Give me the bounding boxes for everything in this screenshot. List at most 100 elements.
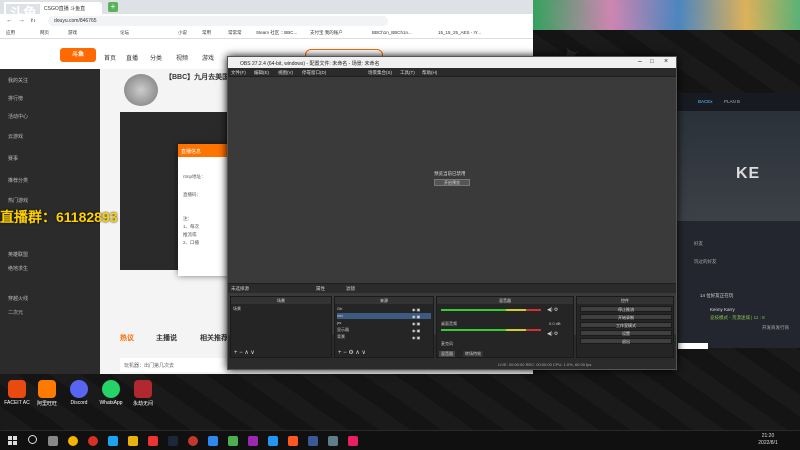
sidebar-item[interactable]: 赛事 [8, 155, 18, 162]
bookmark-item[interactable]: 论坛 [120, 30, 129, 36]
sidebar-item[interactable]: 热门游戏 [8, 197, 28, 204]
sidebar-item[interactable]: 二次元 [8, 309, 23, 316]
app-icon[interactable] [148, 436, 158, 446]
desktop-icon-faceit[interactable]: FACEIT AC [2, 380, 32, 406]
app-icon[interactable] [128, 436, 138, 446]
menu-view[interactable]: 视图(V) [278, 70, 293, 76]
visibility-icon[interactable]: ◉ ▣ [412, 335, 428, 340]
settings-button[interactable]: 设置 [580, 330, 672, 336]
filters-button[interactable]: 滤镜 [346, 286, 355, 292]
sidebar-item[interactable]: 我的关注 [8, 77, 28, 84]
source-item[interactable]: mic ◉ ▣ [337, 313, 431, 319]
app-icon[interactable] [228, 436, 238, 446]
sidebar-item[interactable]: 穿越火线 [8, 295, 28, 302]
tab-related[interactable]: 相关推荐 [200, 333, 228, 343]
source-item[interactable]: ps ◉ ▣ [337, 320, 431, 326]
sidebar-item[interactable]: 推荐分类 [8, 177, 28, 184]
source-item[interactable]: Gb ◉ ▣ [337, 306, 431, 312]
tab-hot[interactable]: 热议 [120, 333, 134, 343]
app-icon[interactable] [308, 436, 318, 446]
stop-stream-button[interactable]: 停止推流 [580, 306, 672, 312]
visibility-icon[interactable]: ◉ ▣ [412, 321, 428, 326]
app-icon[interactable] [268, 436, 278, 446]
bookmark-item[interactable]: 支付宝 我的账户 [310, 30, 343, 36]
clock-date: 2022/8/1 [758, 440, 778, 446]
tab-transitions[interactable]: 转场特效 [463, 351, 483, 357]
scene-item[interactable]: 场景 [233, 306, 329, 312]
menu-scenes[interactable]: 场景集合(S) [368, 70, 392, 76]
browser-tabbar: CSGO直播 斗鱼直 + [0, 0, 533, 14]
properties-button[interactable]: 属性 [316, 286, 325, 292]
new-tab-button[interactable]: + [108, 2, 118, 12]
menu-edit[interactable]: 编辑(E) [254, 70, 269, 76]
nav-home[interactable]: 首页 [104, 53, 116, 62]
friends-label[interactable]: 好友 [694, 241, 703, 247]
nav-live[interactable]: 直播 [126, 53, 138, 62]
visibility-icon[interactable]: ◉ ▣ [412, 314, 428, 319]
source-item[interactable]: 背景 ◉ ▣ [337, 334, 431, 340]
steam-icon[interactable] [168, 436, 178, 446]
bookmark-item[interactable]: 应用 [6, 30, 15, 36]
bookmark-item[interactable]: 常常常 [228, 30, 242, 36]
add-source-button[interactable]: + − ⚙ ∧ ∨ [338, 349, 366, 356]
bookmark-item[interactable]: 常用 [202, 30, 211, 36]
app-icon[interactable] [288, 436, 298, 446]
sidebar-item[interactable]: 排行榜 [8, 95, 23, 102]
app-icon[interactable] [188, 436, 198, 446]
speaker-icon[interactable]: ◀) ⚙ [547, 331, 558, 337]
source-item[interactable]: 显示器 ◉ ▣ [337, 327, 431, 333]
windows-start-icon[interactable] [8, 436, 17, 445]
menu-file[interactable]: 文件(F) [231, 70, 246, 76]
nav-category[interactable]: 分类 [150, 53, 162, 62]
desktop-icon-naraka[interactable]: 永劫无间 [128, 380, 158, 407]
start-record-button[interactable]: 开始录制 [580, 314, 672, 320]
notification-popup[interactable] [678, 343, 708, 349]
bookmark-item[interactable]: 网页 [40, 30, 49, 36]
menu-help[interactable]: 帮助(H) [422, 70, 437, 76]
desktop-icon-discord[interactable]: Discord [64, 380, 94, 406]
studio-mode-button[interactable]: 工作室模式 [580, 322, 672, 328]
speaker-icon[interactable]: ◀) ⚙ [547, 307, 558, 313]
add-scene-button[interactable]: + − ∧ ∨ [234, 349, 255, 356]
steam-username[interactable]: BACEx [698, 99, 713, 104]
desktop-icon-aliwangwang[interactable]: 阿里旺旺 [32, 380, 62, 407]
streamer-avatar[interactable] [124, 74, 158, 106]
browser-tab[interactable]: CSGO直播 斗鱼直 [40, 2, 102, 14]
exit-button[interactable]: 退出 [580, 338, 672, 344]
site-logo[interactable]: 斗鱼 [60, 48, 96, 62]
close-icon[interactable]: × [664, 58, 668, 65]
tab-mixer[interactable]: 混音器 [439, 351, 455, 357]
app-icon[interactable] [348, 436, 358, 446]
bookmark-item[interactable]: Steam 社区 :: BBC... [256, 30, 297, 36]
maximize-icon[interactable]: □ [650, 59, 654, 65]
desktop-icon-whatsapp[interactable]: WhatsApp [96, 380, 126, 406]
nav-video[interactable]: 视频 [176, 53, 188, 62]
search-icon[interactable] [28, 435, 37, 444]
nav-game[interactable]: 游戏 [202, 53, 214, 62]
minimize-icon[interactable]: – [638, 58, 642, 65]
visibility-icon[interactable]: ◉ ▣ [412, 307, 428, 312]
sidebar-item[interactable]: 绝地求生 [8, 265, 28, 272]
sidebar-item[interactable]: 英雄联盟 [8, 251, 28, 258]
sidebar-item[interactable]: 活动中心 [8, 113, 28, 120]
bookmark-item[interactable]: 小说 [178, 30, 187, 36]
chrome-icon[interactable] [68, 436, 78, 446]
bookmark-item[interactable]: 游戏 [68, 30, 77, 36]
friend-name[interactable]: Kenny Karry [710, 307, 735, 312]
task-view-icon[interactable] [48, 436, 58, 446]
menu-tools[interactable]: 工具(T) [400, 70, 415, 76]
app-icon[interactable] [88, 436, 98, 446]
url-field[interactable]: douyu.com/846765 [48, 16, 388, 26]
app-icon[interactable] [208, 436, 218, 446]
tab-anchor[interactable]: 主播说 [156, 333, 177, 343]
app-icon[interactable] [328, 436, 338, 446]
sidebar-item[interactable]: 云游戏 [8, 133, 23, 140]
bookmark-item[interactable]: BBCh1n_BBCh1n... [372, 30, 412, 35]
app-icon[interactable] [248, 436, 258, 446]
visibility-icon[interactable]: ◉ ▣ [412, 328, 428, 333]
bookmark-item[interactable]: 15_15_25_AES - IY... [438, 30, 481, 35]
enable-preview-button[interactable]: 开启预览 [434, 179, 470, 186]
menu-docks[interactable]: 停靠窗口(D) [302, 70, 326, 76]
system-clock[interactable]: 21:20 2022/8/1 [740, 433, 796, 447]
app-icon[interactable] [108, 436, 118, 446]
